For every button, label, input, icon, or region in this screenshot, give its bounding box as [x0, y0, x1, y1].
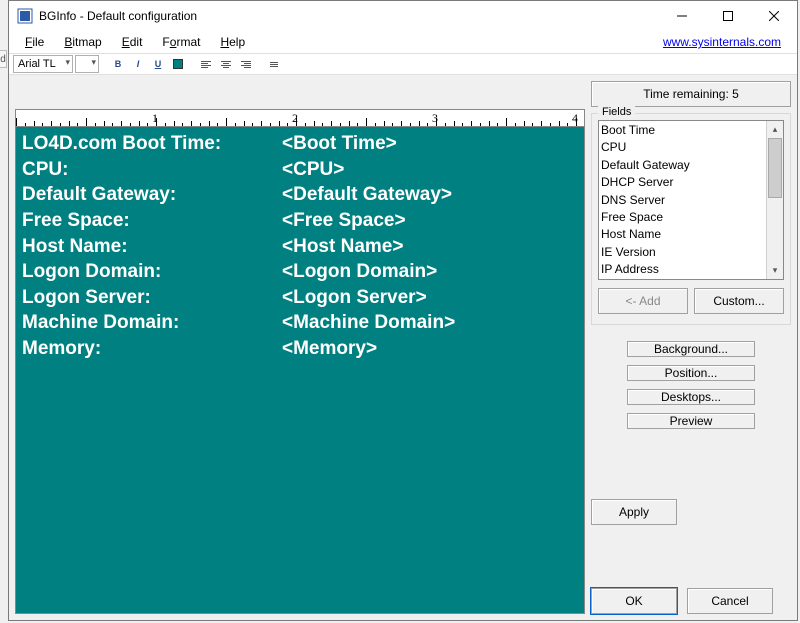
menu-file[interactable]: File [15, 33, 54, 51]
editor-row: Machine Domain:<Machine Domain> [22, 310, 578, 336]
font-size-combo[interactable] [75, 55, 99, 73]
field-label: Free Space: [22, 208, 282, 234]
editor-row: Memory:<Memory> [22, 336, 578, 362]
scroll-up-icon[interactable]: ▴ [767, 121, 783, 138]
fields-item[interactable]: Boot Time [601, 122, 781, 139]
align-right-button[interactable] [237, 55, 255, 73]
field-placeholder: <Logon Server> [282, 285, 427, 311]
menu-bitmap[interactable]: Bitmap [54, 33, 111, 51]
window-title: BGInfo - Default configuration [39, 9, 197, 23]
editor-row: CPU:<CPU> [22, 157, 578, 183]
sysinternals-link[interactable]: www.sysinternals.com [663, 35, 781, 49]
field-placeholder: <Memory> [282, 336, 377, 362]
align-left-button[interactable] [197, 55, 215, 73]
editor-row: Default Gateway:<Default Gateway> [22, 182, 578, 208]
cancel-button[interactable]: Cancel [687, 588, 773, 614]
fields-item[interactable]: DNS Server [601, 192, 781, 209]
toolbar: Arial TL B I U [9, 53, 797, 75]
scroll-down-icon[interactable]: ▾ [767, 262, 783, 279]
right-column: Time remaining: 5 Fields Boot TimeCPUDef… [591, 81, 791, 614]
ruler[interactable]: 1234 [15, 109, 585, 127]
body-area: 1234 LO4D.com Boot Time:<Boot Time>CPU:<… [9, 75, 797, 620]
field-label: LO4D.com Boot Time: [22, 131, 282, 157]
font-name-value: Arial TL [18, 58, 56, 70]
field-label: Machine Domain: [22, 310, 282, 336]
field-label: Memory: [22, 336, 282, 362]
field-label: Logon Domain: [22, 259, 282, 285]
scroll-track[interactable] [767, 138, 783, 262]
field-placeholder: <Logon Domain> [282, 259, 437, 285]
editor-column: 1234 LO4D.com Boot Time:<Boot Time>CPU:<… [15, 81, 585, 614]
bold-button[interactable]: B [109, 55, 127, 73]
field-label: Default Gateway: [22, 182, 282, 208]
background-button[interactable]: Background... [627, 341, 755, 357]
maximize-button[interactable] [705, 1, 751, 31]
field-placeholder: <Machine Domain> [282, 310, 455, 336]
align-center-button[interactable] [217, 55, 235, 73]
ok-button[interactable]: OK [591, 588, 677, 614]
custom-button[interactable]: Custom... [694, 288, 784, 314]
color-button[interactable] [169, 55, 187, 73]
left-flap: d [0, 50, 7, 68]
desktops-button[interactable]: Desktops... [627, 389, 755, 405]
fields-group: Fields Boot TimeCPUDefault GatewayDHCP S… [591, 113, 791, 325]
fields-item[interactable]: DHCP Server [601, 174, 781, 191]
fields-item[interactable]: Default Gateway [601, 157, 781, 174]
editor-row: Free Space:<Free Space> [22, 208, 578, 234]
editor-row: Host Name:<Host Name> [22, 234, 578, 260]
app-icon [17, 8, 33, 24]
fields-scrollbar[interactable]: ▴ ▾ [766, 121, 783, 279]
field-label: CPU: [22, 157, 282, 183]
field-placeholder: <Default Gateway> [282, 182, 452, 208]
menu-edit[interactable]: Edit [112, 33, 153, 51]
apply-button[interactable]: Apply [591, 499, 677, 525]
close-button[interactable] [751, 1, 797, 31]
underline-button[interactable]: U [149, 55, 167, 73]
editor-row: Logon Domain:<Logon Domain> [22, 259, 578, 285]
editor-row: Logon Server:<Logon Server> [22, 285, 578, 311]
editor-canvas[interactable]: LO4D.com Boot Time:<Boot Time>CPU:<CPU>D… [15, 127, 585, 614]
time-remaining: Time remaining: 5 [591, 81, 791, 107]
field-placeholder: <CPU> [282, 157, 344, 183]
minimize-button[interactable] [659, 1, 705, 31]
titlebar: BGInfo - Default configuration [9, 1, 797, 31]
italic-button[interactable]: I [129, 55, 147, 73]
bullets-button[interactable] [265, 55, 283, 73]
menu-format[interactable]: Format [152, 33, 210, 51]
fields-item[interactable]: IE Version [601, 244, 781, 261]
field-placeholder: <Free Space> [282, 208, 406, 234]
field-placeholder: <Boot Time> [282, 131, 397, 157]
scroll-thumb[interactable] [768, 138, 782, 198]
fields-list[interactable]: Boot TimeCPUDefault GatewayDHCP ServerDN… [598, 120, 784, 280]
app-window: BGInfo - Default configuration File Bitm… [8, 0, 798, 621]
menubar: File Bitmap Edit Format Help www.sysinte… [9, 31, 797, 53]
fields-item[interactable]: IP Address [601, 261, 781, 278]
fields-item[interactable]: Host Name [601, 226, 781, 243]
field-placeholder: <Host Name> [282, 234, 403, 260]
field-label: Host Name: [22, 234, 282, 260]
preview-button[interactable]: Preview [627, 413, 755, 429]
menu-help[interactable]: Help [210, 33, 255, 51]
fields-item[interactable]: Free Space [601, 209, 781, 226]
font-name-combo[interactable]: Arial TL [13, 55, 73, 73]
field-label: Logon Server: [22, 285, 282, 311]
fields-item[interactable]: CPU [601, 139, 781, 156]
add-button[interactable]: <- Add [598, 288, 688, 314]
editor-row: LO4D.com Boot Time:<Boot Time> [22, 131, 578, 157]
fields-legend: Fields [598, 106, 635, 118]
position-button[interactable]: Position... [627, 365, 755, 381]
